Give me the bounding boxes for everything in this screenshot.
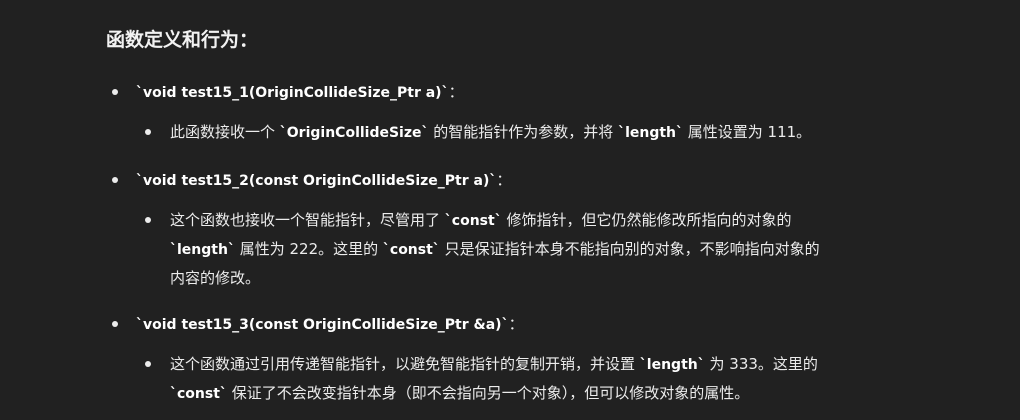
inline-code: `const` — [382, 242, 440, 258]
bullet-icon — [145, 129, 151, 135]
detail-text: 修饰指针，但它仍然能修改所指向的对象的 — [501, 211, 792, 229]
inline-code: `const` — [170, 386, 227, 402]
function-signature: `void test15_3(const OriginCollideSize_P… — [136, 317, 509, 333]
function-signature: `void test15_1(OriginCollideSize_Ptr a)` — [136, 85, 449, 101]
detail-text: 这个函数通过引用传递智能指针，以避免智能指针的复制开销，并设置 — [170, 355, 640, 373]
list-item-text: `void test15_3(const OriginCollideSize_P… — [136, 310, 524, 339]
section-heading: 函数定义和行为： — [106, 29, 259, 51]
detail-text: 为 333。这里的 — [704, 355, 818, 373]
bullet-icon — [145, 361, 151, 367]
detail-text: 保证了不会改变指针本身（即不会指向另一个对象），但可以修改对象的属性。 — [226, 384, 750, 402]
inline-code: `OriginCollideSize` — [279, 125, 429, 141]
list-item-text: `void test15_2(const OriginCollideSize_P… — [136, 166, 511, 195]
bullet-icon — [112, 321, 118, 327]
signature-suffix: ： — [448, 83, 464, 101]
bullet-icon — [112, 89, 118, 95]
inline-code: `const` — [444, 213, 502, 229]
inline-code: `length` — [170, 242, 235, 258]
signature-suffix: ： — [508, 315, 524, 333]
bullet-icon — [112, 177, 118, 183]
detail-text: 的智能指针作为参数，并将 — [428, 123, 619, 141]
document: 函数定义和行为： `void test15_1(OriginCollideSiz… — [0, 0, 1020, 420]
sub-list-item-text: 这个函数通过引用传递智能指针，以避免智能指针的复制开销，并设置 `length`… — [170, 350, 830, 408]
detail-text: 这个函数也接收一个智能指针，尽管用了 — [170, 211, 445, 229]
sub-list-item-text: 这个函数也接收一个智能指针，尽管用了 `const` 修饰指针，但它仍然能修改所… — [170, 206, 830, 292]
function-signature: `void test15_2(const OriginCollideSize_P… — [136, 173, 497, 189]
sub-list-item-text: 此函数接收一个 `OriginCollideSize` 的智能指针作为参数，并将… — [170, 118, 830, 147]
detail-text: 此函数接收一个 — [170, 123, 280, 141]
list-item-text: `void test15_1(OriginCollideSize_Ptr a)`… — [136, 78, 464, 107]
inline-code: `length` — [618, 125, 684, 141]
detail-text: 属性设置为 111。 — [683, 123, 812, 141]
detail-text: 属性为 222。这里的 — [234, 240, 383, 258]
bullet-icon — [145, 217, 151, 223]
signature-suffix: ： — [496, 171, 512, 189]
inline-code: `length` — [639, 357, 705, 373]
